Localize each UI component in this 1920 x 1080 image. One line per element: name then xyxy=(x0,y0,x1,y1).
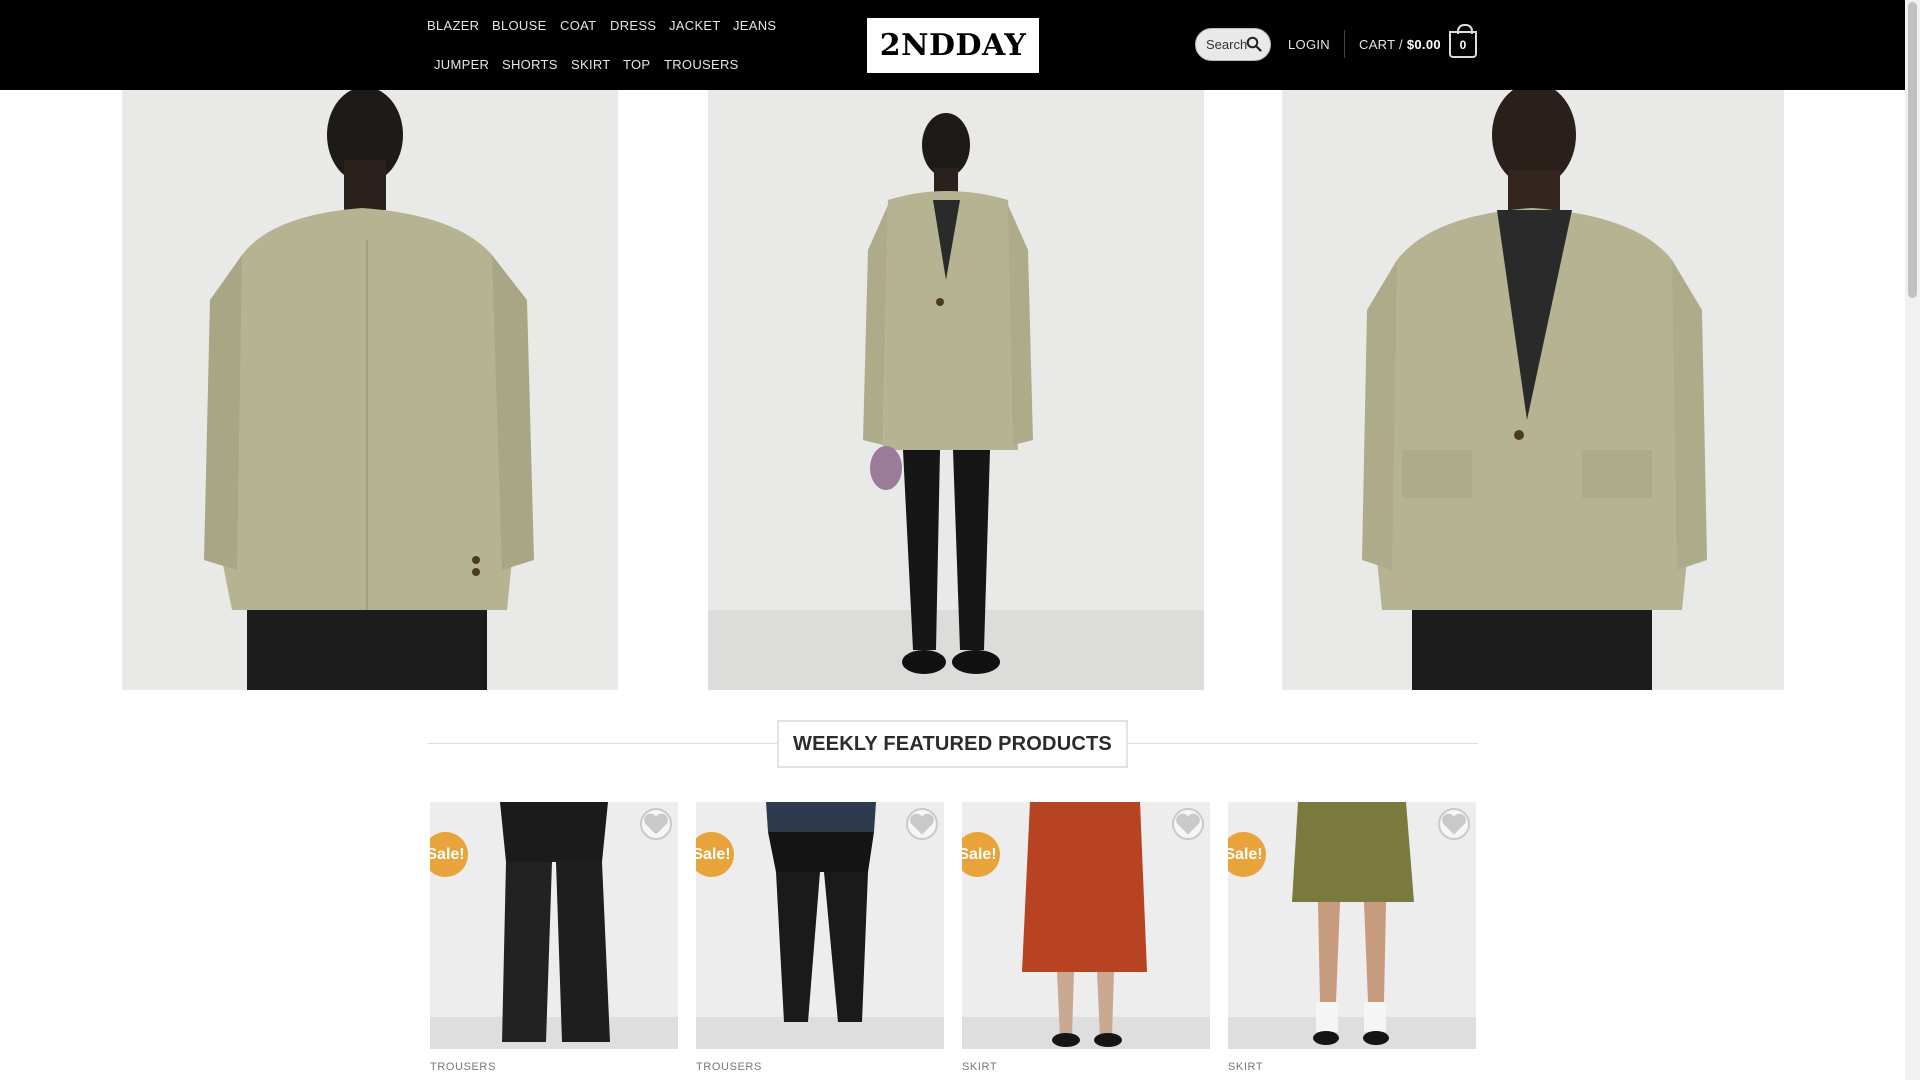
nav-link-coat[interactable]: COAT xyxy=(560,18,596,33)
nav-link-dress[interactable]: DRESS xyxy=(610,18,656,33)
scrollbar-thumb[interactable] xyxy=(1908,2,1917,298)
rust-skirt-image xyxy=(962,802,1210,1049)
hero-image-back[interactable] xyxy=(122,90,618,690)
nav-link-shorts[interactable]: SHORTS xyxy=(502,57,558,72)
cart-label: CART / xyxy=(1359,37,1403,52)
wishlist-button[interactable] xyxy=(1172,808,1204,840)
hero-image-front[interactable] xyxy=(1282,90,1784,690)
nav-link-skirt[interactable]: SKIRT xyxy=(571,57,611,72)
nav-link-top[interactable]: TOP xyxy=(623,57,650,72)
page-scrollbar[interactable] xyxy=(1905,0,1920,1080)
login-link[interactable]: LOGIN xyxy=(1288,37,1330,52)
nav-link-jacket[interactable]: JACKET xyxy=(669,18,721,33)
cart-total: $0.00 xyxy=(1406,37,1441,52)
search-input[interactable]: Search xyxy=(1206,37,1247,52)
leather-trousers-image xyxy=(696,802,944,1049)
section-title: WEEKLY FEATURED PRODUCTS xyxy=(777,720,1128,768)
logo-text: 2NDDAY xyxy=(879,28,1027,63)
product-card[interactable]: Sale! TROUSERS xyxy=(696,802,944,1073)
product-card[interactable]: Sale! SKIRT xyxy=(962,802,1210,1073)
product-category[interactable]: TROUSERS xyxy=(696,1061,944,1073)
header-divider xyxy=(1344,30,1345,58)
product-category[interactable]: SKIRT xyxy=(1228,1061,1476,1073)
black-trousers-image xyxy=(430,802,678,1049)
site-header: BLAZER BLOUSE COAT DRESS JACKET JEANS JU… xyxy=(0,0,1905,90)
product-card[interactable]: Sale! SKIRT xyxy=(1228,802,1476,1073)
nav-link-blouse[interactable]: BLOUSE xyxy=(492,18,547,33)
model-front-view-image xyxy=(1282,90,1784,690)
product-category[interactable]: TROUSERS xyxy=(430,1061,678,1073)
product-image[interactable]: Sale! xyxy=(430,802,678,1049)
heart-icon xyxy=(644,813,668,835)
nav-link-jumper[interactable]: JUMPER xyxy=(434,57,489,72)
nav-link-jeans[interactable]: JEANS xyxy=(733,18,776,33)
product-category[interactable]: SKIRT xyxy=(962,1061,1210,1073)
cart-link[interactable]: CART / $0.00 xyxy=(1359,37,1441,52)
heart-icon xyxy=(910,813,934,835)
wishlist-button[interactable] xyxy=(640,808,672,840)
wishlist-button[interactable] xyxy=(906,808,938,840)
heart-icon xyxy=(1442,813,1466,835)
model-full-view-image xyxy=(708,90,1204,690)
hero-image-full[interactable] xyxy=(708,90,1204,690)
cart-count-badge[interactable]: 0 xyxy=(1449,24,1477,58)
nav-link-trousers[interactable]: TROUSERS xyxy=(664,57,739,72)
search-box[interactable]: Search xyxy=(1195,28,1271,61)
heart-icon xyxy=(1176,813,1200,835)
nav-link-blazer[interactable]: BLAZER xyxy=(427,18,479,33)
wishlist-button[interactable] xyxy=(1438,808,1470,840)
product-image[interactable]: Sale! xyxy=(1228,802,1476,1049)
site-logo[interactable]: 2NDDAY xyxy=(867,18,1039,73)
product-card[interactable]: Sale! TROUSERS xyxy=(430,802,678,1073)
model-back-view-image xyxy=(122,90,618,690)
search-icon[interactable] xyxy=(1246,36,1262,52)
product-image[interactable]: Sale! xyxy=(962,802,1210,1049)
product-image[interactable]: Sale! xyxy=(696,802,944,1049)
olive-skirt-image xyxy=(1228,802,1476,1049)
